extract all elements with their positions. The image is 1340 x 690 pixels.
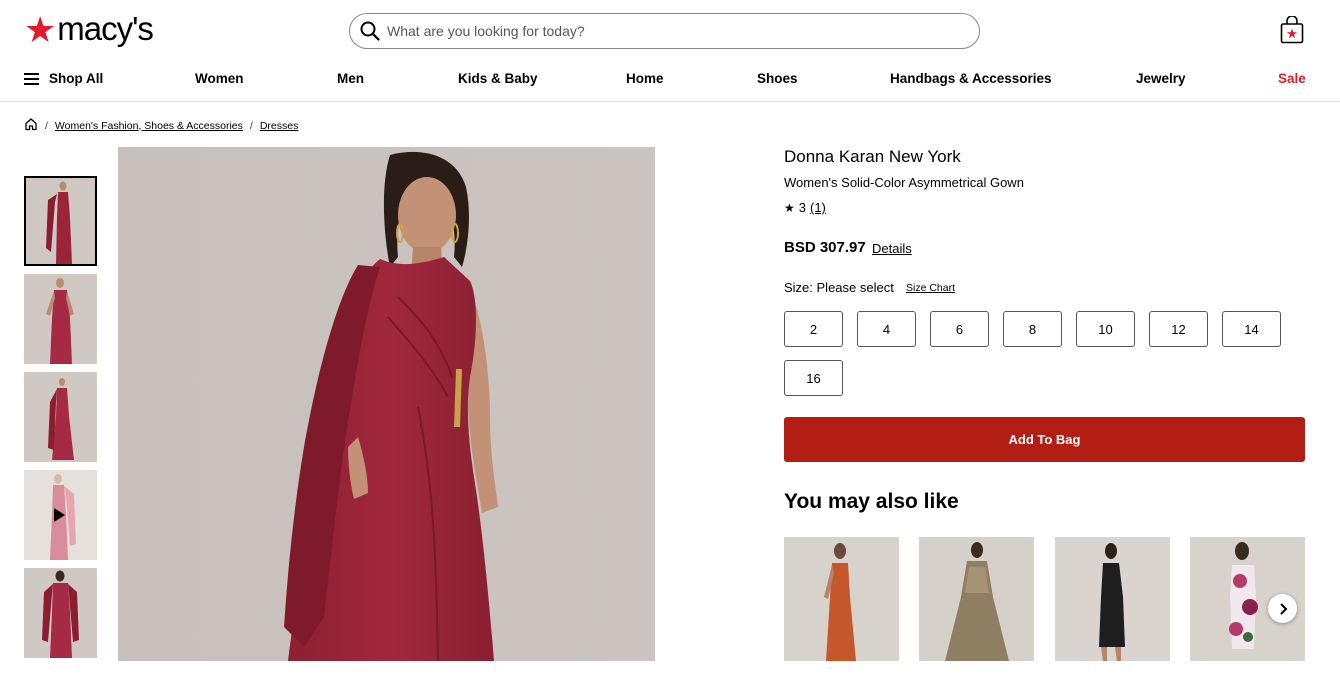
review-count-link[interactable]: (1) (810, 200, 826, 215)
breadcrumb-womens-fashion[interactable]: Women's Fashion, Shoes & Accessories (55, 120, 243, 132)
add-to-bag-button[interactable]: Add To Bag (784, 417, 1305, 462)
product-thumbnail[interactable] (24, 274, 97, 364)
product-thumbnail[interactable] (24, 176, 97, 266)
home-icon[interactable] (24, 117, 38, 134)
nav-shoes[interactable]: Shoes (757, 71, 798, 86)
nav-handbags-accessories[interactable]: Handbags & Accessories (890, 71, 1052, 86)
thumbnail-image (26, 178, 95, 264)
thumbnail-list (24, 176, 98, 666)
size-option-8[interactable]: 8 (1003, 311, 1062, 347)
nav-sale[interactable]: Sale (1278, 71, 1306, 86)
size-option-2[interactable]: 2 (784, 311, 843, 347)
size-option-14[interactable]: 14 (1222, 311, 1281, 347)
search-input[interactable] (387, 23, 947, 39)
rating-value: 3 (798, 200, 806, 215)
nav-shop-all[interactable]: Shop All (49, 71, 103, 86)
recommended-product-image (784, 537, 899, 661)
recommended-product-image (1055, 537, 1170, 661)
video-thumbnail[interactable] (24, 470, 97, 560)
size-option-12[interactable]: 12 (1149, 311, 1208, 347)
hamburger-menu-icon[interactable] (24, 73, 39, 85)
product-price: BSD 307.97 (784, 239, 866, 256)
product-rating[interactable]: ★ 3 (1) (784, 200, 826, 215)
size-chart-link[interactable]: Size Chart (906, 282, 955, 294)
recommended-product-card[interactable] (919, 537, 1034, 661)
search-icon[interactable] (360, 21, 380, 41)
you-may-also-like-heading: You may also like (784, 490, 959, 513)
nav-kids-baby[interactable]: Kids & Baby (458, 71, 538, 86)
size-option-4[interactable]: 4 (857, 311, 916, 347)
thumbnail-image (24, 372, 97, 462)
size-option-6[interactable]: 6 (930, 311, 989, 347)
product-thumbnail[interactable] (24, 372, 97, 462)
product-name: Women's Solid-Color Asymmetrical Gown (784, 175, 1024, 190)
star-icon: ★ (784, 200, 795, 215)
product-thumbnail[interactable] (24, 568, 97, 658)
search-bar[interactable] (349, 13, 980, 49)
logo-wordmark: macy's (57, 10, 154, 47)
macys-logo[interactable]: ★ macy's (24, 10, 154, 51)
main-product-image[interactable] (118, 147, 655, 661)
macys-star-icon: ★ (24, 10, 57, 51)
thumbnail-image (24, 274, 97, 364)
model-in-gown-image (118, 147, 655, 661)
nav-men[interactable]: Men (337, 71, 364, 86)
play-icon (54, 508, 65, 522)
recommended-product-image (919, 537, 1034, 661)
size-option-16[interactable]: 16 (784, 360, 843, 396)
nav-women[interactable]: Women (195, 71, 244, 86)
thumbnail-image (24, 568, 97, 658)
nav-home[interactable]: Home (626, 71, 664, 86)
nav-jewelry[interactable]: Jewelry (1136, 71, 1186, 86)
recommended-product-card[interactable] (1055, 537, 1170, 661)
breadcrumb: / Women's Fashion, Shoes & Accessories /… (24, 117, 298, 134)
chevron-right-icon (1279, 602, 1287, 615)
price-details-link[interactable]: Details (872, 241, 912, 256)
size-label: Size: Please select (784, 280, 894, 295)
breadcrumb-separator: / (45, 119, 48, 132)
size-option-10[interactable]: 10 (1076, 311, 1135, 347)
breadcrumb-dresses[interactable]: Dresses (260, 120, 299, 132)
main-nav: Shop All Women Men Kids & Baby Home Shoe… (0, 60, 1340, 102)
carousel-next-button[interactable] (1268, 594, 1297, 623)
product-brand[interactable]: Donna Karan New York (784, 147, 961, 167)
recommended-product-card[interactable] (784, 537, 899, 661)
breadcrumb-separator: / (249, 119, 253, 132)
shopping-bag-icon[interactable] (1280, 15, 1304, 44)
